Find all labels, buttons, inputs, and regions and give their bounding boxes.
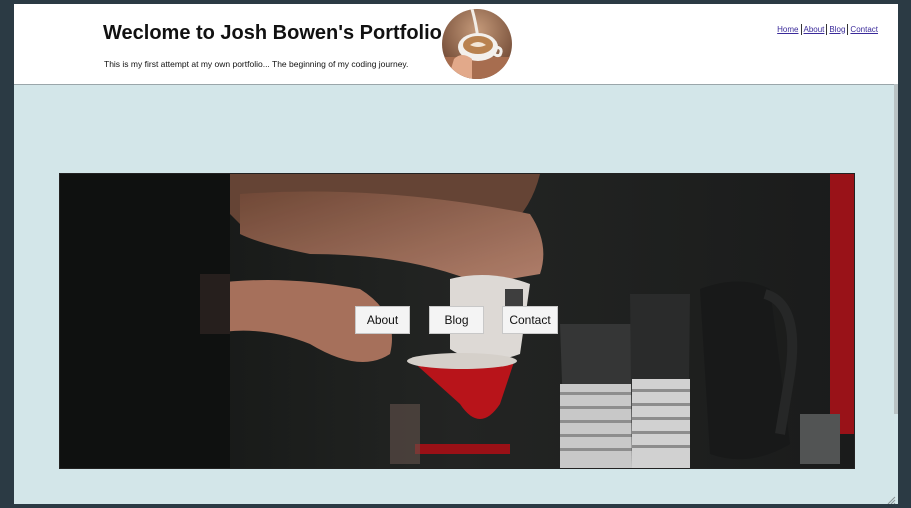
nav-link-home[interactable]: Home xyxy=(775,25,800,34)
browser-viewport: Weclome to Josh Bowen's Portfolio. This … xyxy=(14,4,898,504)
tagline: This is my first attempt at my own portf… xyxy=(104,59,409,69)
site-header: Weclome to Josh Bowen's Portfolio. This … xyxy=(14,4,898,85)
hero-contact-button[interactable]: Contact xyxy=(502,306,558,334)
nav-link-blog[interactable]: Blog xyxy=(827,25,847,34)
vertical-scrollbar[interactable] xyxy=(894,84,898,414)
top-nav: Home About Blog Contact xyxy=(775,24,880,35)
nav-link-contact[interactable]: Contact xyxy=(848,25,880,34)
resize-grip-icon[interactable] xyxy=(886,492,896,504)
hero-blog-button[interactable]: Blog xyxy=(429,306,484,334)
page-title: Weclome to Josh Bowen's Portfolio. xyxy=(103,22,448,44)
nav-link-about[interactable]: About xyxy=(802,25,827,34)
hero-about-button[interactable]: About xyxy=(355,306,410,334)
hero-image: About Blog Contact xyxy=(60,174,854,468)
latte-avatar-image xyxy=(442,9,512,79)
